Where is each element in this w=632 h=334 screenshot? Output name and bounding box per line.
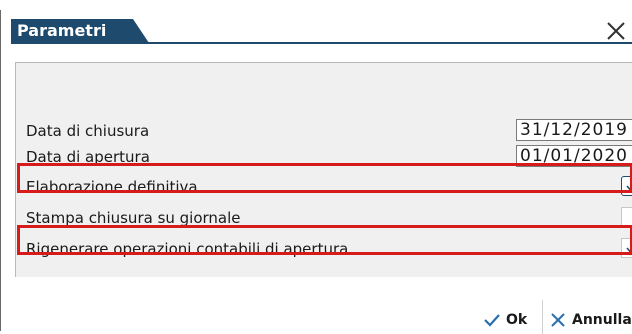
button-separator bbox=[542, 300, 543, 334]
option-rigenerare-operazioni[interactable]: Rigenerare operazioni contabili di apert… bbox=[26, 237, 632, 261]
option-elaborazione-definitiva[interactable]: Elaborazione definitiva bbox=[26, 175, 632, 199]
checkmark-icon bbox=[626, 185, 632, 192]
option-label: Rigenerare operazioni contabili di apert… bbox=[26, 240, 349, 258]
rigenerare-operazioni-checkbox[interactable] bbox=[621, 238, 632, 258]
data-apertura-label: Data di apertura bbox=[26, 148, 150, 166]
parameters-panel: Data di chiusura Data di apertura Elabor… bbox=[15, 62, 632, 277]
checkmark-icon bbox=[626, 247, 632, 254]
ok-label: Ok bbox=[506, 312, 528, 328]
checkmark-icon bbox=[484, 314, 500, 327]
cancel-button[interactable]: Annulla bbox=[549, 306, 632, 334]
close-icon bbox=[551, 313, 565, 327]
option-label: Stampa chiusura su giornale bbox=[26, 209, 241, 227]
dialog-title: Parametri bbox=[17, 21, 107, 40]
data-chiusura-input[interactable] bbox=[516, 119, 632, 141]
option-label: Elaborazione definitiva bbox=[26, 178, 198, 196]
parametri-dialog: Parametri Data di chiusura Data di apert… bbox=[0, 10, 632, 334]
cancel-label: Annulla bbox=[572, 312, 632, 328]
title-underline bbox=[11, 42, 632, 44]
stampa-chiusura-checkbox[interactable] bbox=[621, 207, 632, 227]
row-data-apertura: Data di apertura bbox=[26, 145, 632, 169]
ok-button[interactable]: Ok bbox=[483, 306, 527, 334]
dialog-titlebar: Parametri bbox=[1, 10, 632, 44]
data-apertura-input[interactable] bbox=[516, 145, 632, 167]
data-chiusura-label: Data di chiusura bbox=[26, 122, 150, 140]
elaborazione-definitiva-checkbox[interactable] bbox=[621, 176, 632, 196]
close-icon[interactable] bbox=[605, 20, 627, 42]
option-stampa-chiusura[interactable]: Stampa chiusura su giornale bbox=[26, 206, 632, 230]
row-data-chiusura: Data di chiusura bbox=[26, 119, 632, 143]
